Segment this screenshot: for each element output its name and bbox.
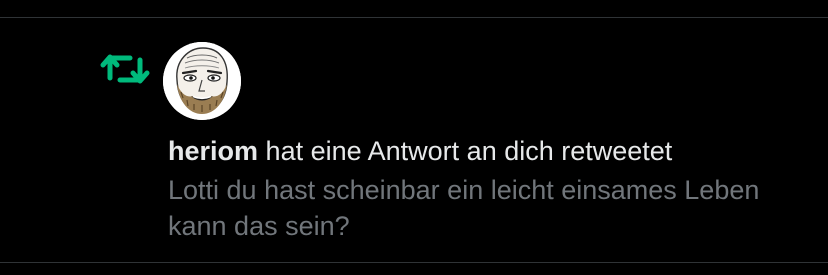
tweet-text[interactable]: Lotti du hast scheinbar ein leicht einsa…: [168, 172, 808, 244]
action-text: hat eine Antwort an dich retweetet: [265, 136, 673, 166]
retweet-notification[interactable]: heriom hat eine Antwort an dich retweete…: [0, 18, 828, 262]
avatar[interactable]: [163, 42, 241, 120]
username[interactable]: heriom: [168, 136, 258, 166]
notification-headline: heriom hat eine Antwort an dich retweete…: [168, 134, 672, 168]
retweet-icon: [100, 50, 152, 88]
avatar-drawing-icon: [163, 42, 241, 120]
bottom-divider: [0, 262, 828, 263]
